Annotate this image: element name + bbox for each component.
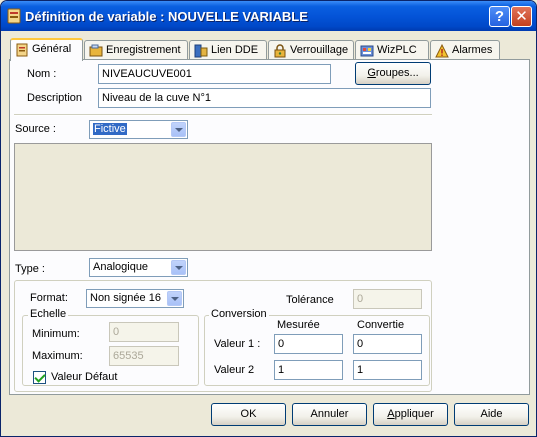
groups-button[interactable]: Groupes... <box>355 62 431 85</box>
value1-measured-input[interactable]: 0 <box>274 334 343 354</box>
description-input[interactable]: Niveau de la cuve N°1 <box>98 88 431 108</box>
minimum-input[interactable]: 0 <box>109 322 179 342</box>
tab-wizplc[interactable]: WizPLC <box>355 40 429 60</box>
chevron-down-icon[interactable] <box>171 260 186 275</box>
name-input[interactable]: NIVEAUCUVE001 <box>98 64 331 84</box>
value2-label: Valeur 2 <box>214 364 255 376</box>
alarm-icon <box>435 44 449 58</box>
measured-column-header: Mesurée <box>277 319 320 331</box>
format-value: Non signée 16 <box>90 292 161 304</box>
minimum-label: Minimum: <box>32 328 80 340</box>
tab-general[interactable]: Général <box>10 38 83 61</box>
chevron-down-icon[interactable] <box>167 291 182 306</box>
chevron-down-icon[interactable] <box>171 122 186 137</box>
default-value-label: Valeur Défaut <box>51 371 118 383</box>
separator <box>14 114 432 116</box>
cancel-button[interactable]: Annuler <box>292 403 367 426</box>
value2-measured-input[interactable]: 1 <box>274 360 343 380</box>
app-icon <box>7 8 21 24</box>
value1-converted-input[interactable]: 0 <box>353 334 422 354</box>
title-bar[interactable]: Définition de variable : NOUVELLE VARIAB… <box>1 1 536 31</box>
apply-button-accel: A <box>387 408 395 420</box>
dde-link-icon <box>194 44 208 58</box>
window-title: Définition de variable : NOUVELLE VARIAB… <box>25 9 308 24</box>
value2-converted-input[interactable]: 1 <box>353 360 422 380</box>
format-select[interactable]: Non signée 16 <box>86 289 184 308</box>
tab-recording-label: Enregistrement <box>106 44 181 56</box>
scale-group-title: Echelle <box>28 308 69 320</box>
ok-button[interactable]: OK <box>211 403 286 426</box>
help-icon: ? <box>494 8 505 25</box>
general-tab-panel: Nom : NIVEAUCUVE001 Groupes... Descripti… <box>9 59 530 395</box>
tab-lock-label: Verrouillage <box>290 44 349 56</box>
help-button[interactable]: Aide <box>454 403 529 426</box>
groups-button-accel: G <box>367 67 376 79</box>
lock-icon <box>274 44 286 58</box>
type-select[interactable]: Analogique <box>89 258 188 277</box>
tolerance-label: Tolérance <box>286 294 334 306</box>
source-value: Fictive <box>93 123 127 135</box>
wizplc-icon <box>360 45 374 57</box>
converted-column-header: Convertie <box>357 319 405 331</box>
tab-general-label: Général <box>32 43 72 55</box>
maximum-label: Maximum: <box>32 350 83 362</box>
source-label: Source : <box>15 123 56 135</box>
apply-button[interactable]: Appliquer <box>373 403 448 426</box>
default-value-checkbox[interactable] <box>33 371 46 384</box>
groups-button-label: roupes... <box>375 67 419 79</box>
tab-recording[interactable]: Enregistrement <box>84 40 188 60</box>
apply-button-label: ppliquer <box>394 408 434 420</box>
format-label: Format: <box>30 292 68 304</box>
value1-label: Valeur 1 : <box>214 338 261 350</box>
tab-alarms[interactable]: Alarmes <box>430 40 500 60</box>
source-settings-area <box>14 143 432 251</box>
general-icon <box>16 43 28 57</box>
tab-dde-link[interactable]: Lien DDE <box>189 40 267 60</box>
type-value: Analogique <box>93 261 149 273</box>
dialog-window: Définition de variable : NOUVELLE VARIAB… <box>0 0 537 437</box>
recording-icon <box>89 44 103 57</box>
description-label: Description <box>27 92 83 104</box>
tab-lock[interactable]: Verrouillage <box>268 40 354 60</box>
conversion-group-title: Conversion <box>209 308 269 320</box>
source-select[interactable]: Fictive <box>89 120 188 139</box>
close-button[interactable]: ✕ <box>511 6 532 27</box>
maximum-input[interactable]: 65535 <box>109 346 179 366</box>
close-icon: ✕ <box>515 8 528 25</box>
tab-dde-link-label: Lien DDE <box>211 44 259 56</box>
tolerance-input[interactable]: 0 <box>353 289 422 309</box>
name-label: Nom : <box>27 68 57 80</box>
tab-alarms-label: Alarmes <box>452 44 493 56</box>
tab-wizplc-label: WizPLC <box>377 44 417 56</box>
help-title-button[interactable]: ? <box>489 6 510 27</box>
type-label: Type : <box>15 263 45 275</box>
